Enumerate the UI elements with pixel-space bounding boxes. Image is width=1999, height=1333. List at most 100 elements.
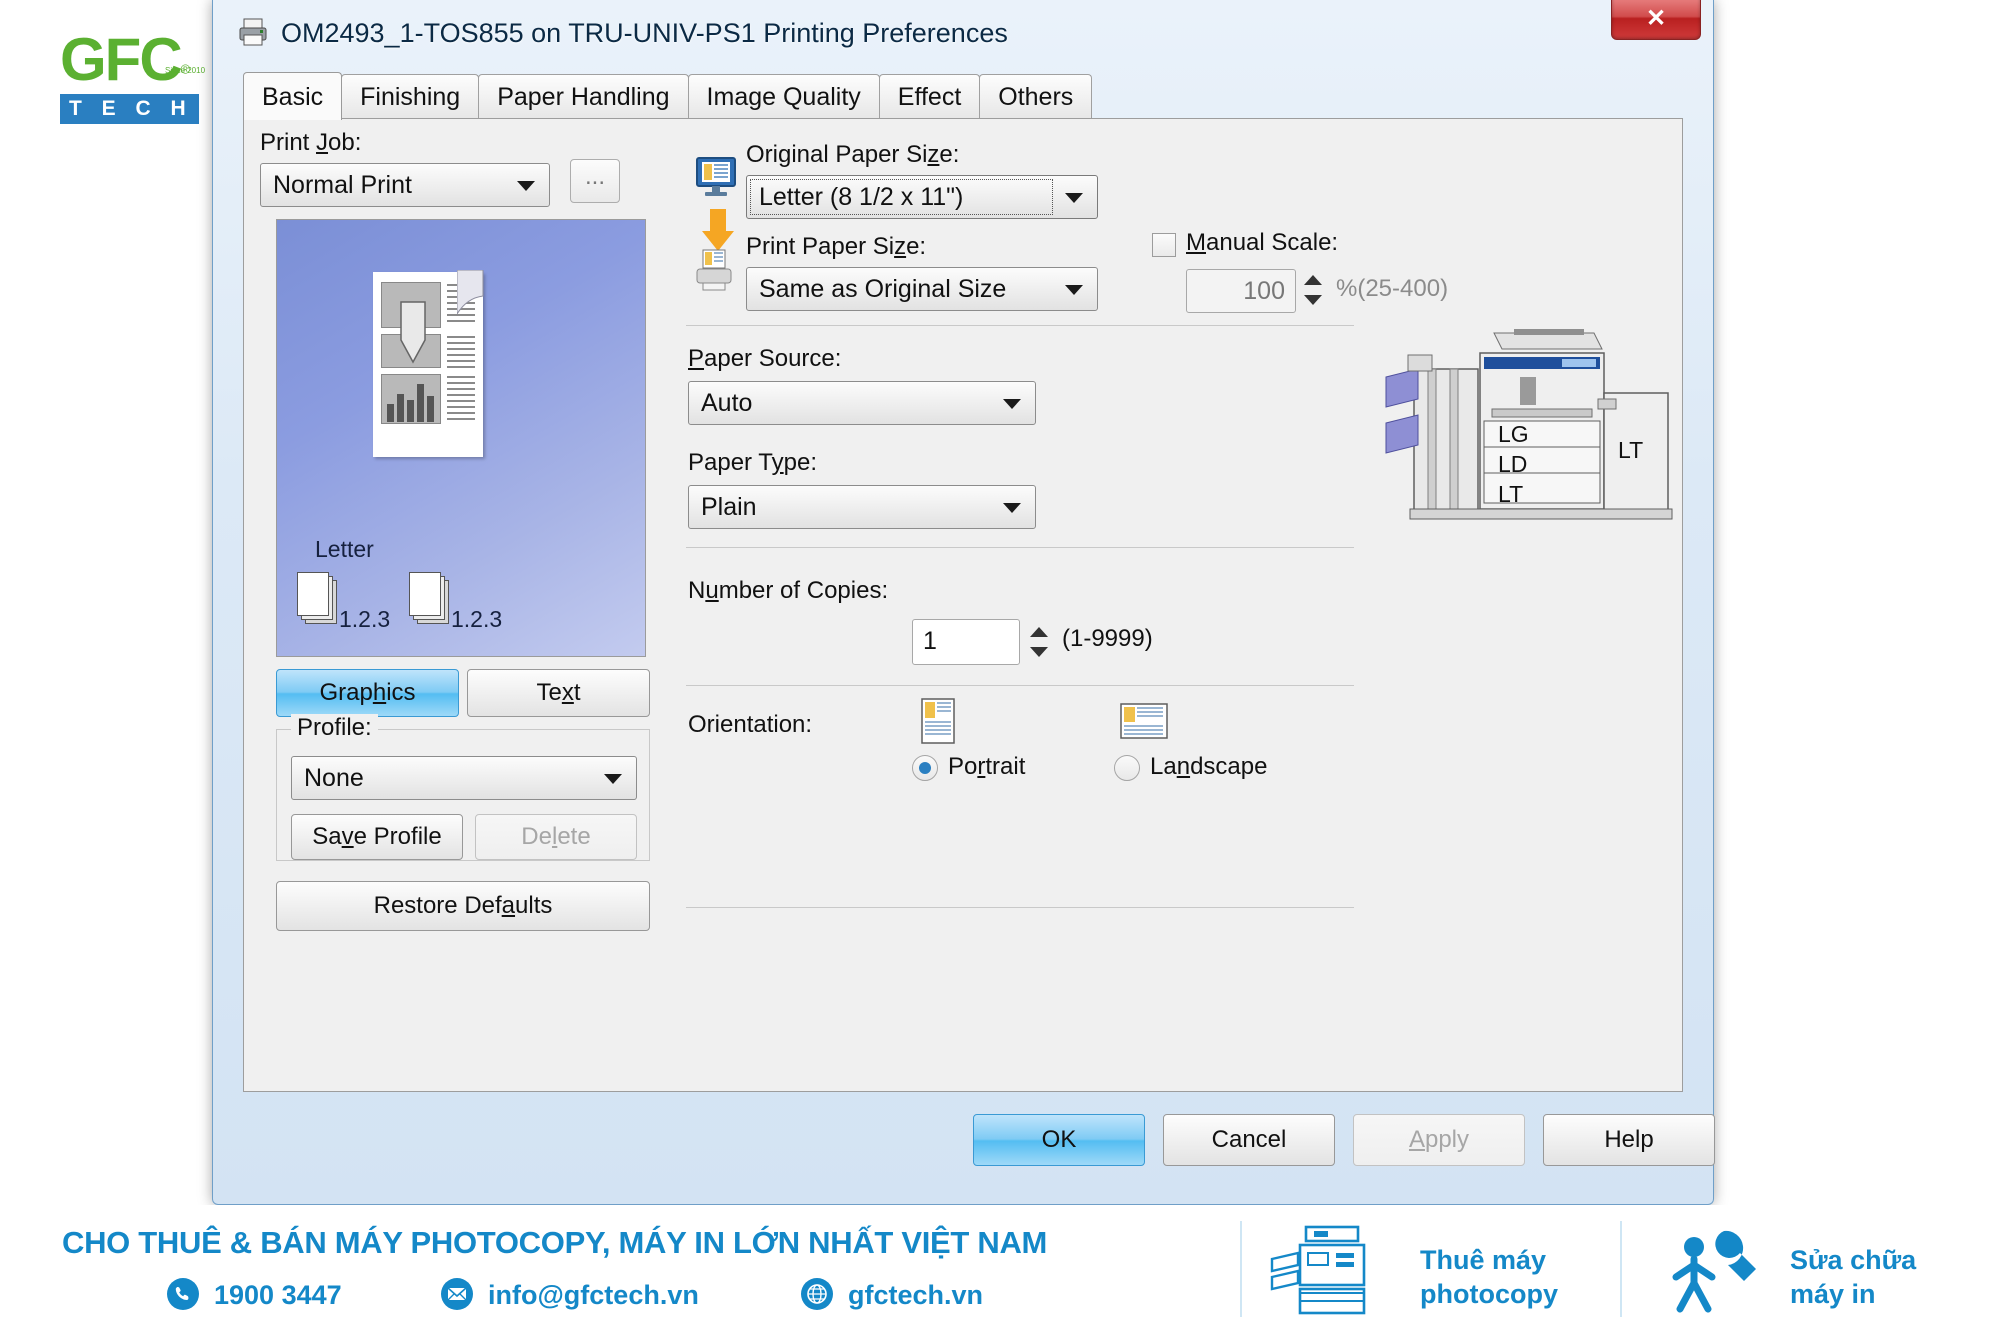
landscape-label: Landscape [1150,753,1268,780]
chevron-down-icon [1065,285,1083,295]
banner-website: gfctech.vn [848,1280,984,1310]
profile-combo[interactable]: None [291,756,637,800]
number-of-copies-value: 1 [923,627,937,655]
landscape-radio[interactable] [1114,755,1140,781]
left-column: Print Job: Normal Print ... Letter 1.2.3… [260,129,660,931]
tab-strip: Basic Finishing Paper Handling Image Qua… [243,72,1683,120]
delete-profile-button: Delete [475,814,637,860]
tab-image-quality[interactable]: Image Quality [687,74,880,120]
paper-type-combo[interactable]: Plain [688,485,1036,529]
tab-effect[interactable]: Effect [878,74,981,120]
gfc-logo: GFC® Since 2010 T E C H [60,30,220,140]
chevron-down-icon [1065,193,1083,203]
divider-1 [686,325,1354,326]
banner-divider-1 [1240,1221,1242,1317]
manual-scale-range-label: %(25-400) [1336,275,1449,302]
preview-pen-icon [400,301,426,364]
tray-label-ld: LD [1498,451,1528,477]
banner-phone: 1900 3447 [214,1280,342,1310]
restore-defaults-button[interactable]: Restore Defaults [276,881,650,931]
tray-label-lg: LG [1498,421,1529,447]
tab-basic[interactable]: Basic [243,72,343,120]
preview-paper-size-label: Letter [315,536,374,562]
text-button[interactable]: Text [467,669,650,717]
divider-2 [686,547,1354,548]
right-column: Original Paper Size: Letter (8 1/2 x 11"… [684,129,1673,1079]
paper-source-label: Paper Source: [688,345,842,372]
tab-others[interactable]: Others [979,74,1093,120]
tray-label-lt-right: LT [1618,437,1644,463]
paper-type-value: Plain [701,493,757,521]
apply-button: Apply [1353,1114,1525,1166]
original-paper-size-combo[interactable]: Letter (8 1/2 x 11") [746,175,1098,219]
close-icon[interactable]: ✕ [1611,0,1701,40]
photocopier-icon [1270,1225,1366,1315]
graphics-button[interactable]: Graphics [276,669,459,717]
phone-icon [167,1278,199,1310]
window-title: OM2493_1-TOS855 on TRU-UNIV-PS1 Printing… [281,18,1008,48]
divider-4 [686,907,1354,908]
number-of-copies-input[interactable]: 1 [912,619,1020,665]
manual-scale-value: 100 [1243,277,1285,305]
logo-tech-badge: T E C H [60,94,199,124]
output-stack-icon-1 [297,572,339,626]
logo-since-text: Since 2010 [165,66,206,75]
print-job-options-button[interactable]: ... [570,159,620,203]
help-button[interactable]: Help [1543,1114,1715,1166]
service-1-label: Thuê máy photocopy [1420,1245,1558,1309]
paper-source-value: Auto [701,389,753,417]
dialog-title-bar: OM2493_1-TOS855 on TRU-UNIV-PS1 Printing… [213,0,1713,68]
landscape-icon[interactable] [1118,701,1170,743]
orientation-label: Orientation: [688,711,813,738]
printer-icon [239,18,267,46]
cancel-button[interactable]: Cancel [1163,1114,1335,1166]
copier-illustration: LG LD LT LT [1384,329,1674,549]
manual-scale-checkbox[interactable] [1152,233,1176,257]
print-paper-size-value: Same as Original Size [759,275,1007,303]
dialog-footer: OK Cancel Apply Help [213,1100,1715,1180]
tab-paper-handling[interactable]: Paper Handling [478,74,689,120]
print-paper-size-label: Print Paper Size: [746,233,927,260]
output-stack-label-2: 1.2.3 [451,606,503,632]
printer-small-icon [696,249,732,291]
page-curl-icon [457,270,484,315]
email-icon [441,1278,473,1310]
divider-3 [686,685,1354,686]
print-paper-size-combo[interactable]: Same as Original Size [746,267,1098,311]
marketing-banner: CHO THUÊ & BÁN MÁY PHOTOCOPY, MÁY IN LỚN… [0,1205,1999,1333]
manual-scale-stepper[interactable] [1304,269,1324,311]
preview-bar-chart-icon [387,384,434,422]
chevron-down-icon [517,181,535,191]
portrait-radio[interactable] [912,755,938,781]
original-paper-size-label: Original Paper Size: [746,141,960,168]
print-job-value: Normal Print [273,171,412,199]
chevron-down-icon [1003,399,1021,409]
save-profile-button[interactable]: Save Profile [291,814,463,860]
paper-type-label: Paper Type: [688,449,817,476]
tab-finishing[interactable]: Finishing [341,74,480,120]
service-2-label: Sửa chữa máy in [1790,1245,1917,1309]
logo-wordmark: GFC [60,26,183,93]
banner-headline: CHO THUÊ & BÁN MÁY PHOTOCOPY, MÁY IN LỚN… [62,1225,1048,1260]
chevron-down-icon [604,774,622,784]
print-preview: Letter 1.2.3 1.2.3 [276,219,646,657]
number-of-copies-stepper[interactable] [1030,621,1050,663]
output-stack-icon-2 [409,572,451,626]
number-of-copies-range-label: (1-9999) [1062,625,1153,652]
banner-divider-2 [1620,1221,1622,1317]
chevron-down-icon [1003,503,1021,513]
manual-scale-label: Manual Scale: [1186,229,1339,256]
print-job-combo[interactable]: Normal Print [260,163,550,207]
banner-email: info@gfctech.vn [488,1280,699,1310]
paper-source-combo[interactable]: Auto [688,381,1036,425]
portrait-icon[interactable] [916,697,960,747]
manual-scale-input[interactable]: 100 [1186,269,1296,313]
profile-value: None [304,764,364,792]
profile-label: Profile: [291,714,378,742]
profile-group: Profile: None Save Profile Delete [276,714,650,861]
number-of-copies-label: Number of Copies: [688,577,889,604]
original-paper-size-value: Letter (8 1/2 x 11") [759,183,964,211]
ok-button[interactable]: OK [973,1114,1145,1166]
basic-tab-panel: Print Job: Normal Print ... Letter 1.2.3… [243,118,1683,1092]
print-job-label: Print Job: [260,129,362,156]
